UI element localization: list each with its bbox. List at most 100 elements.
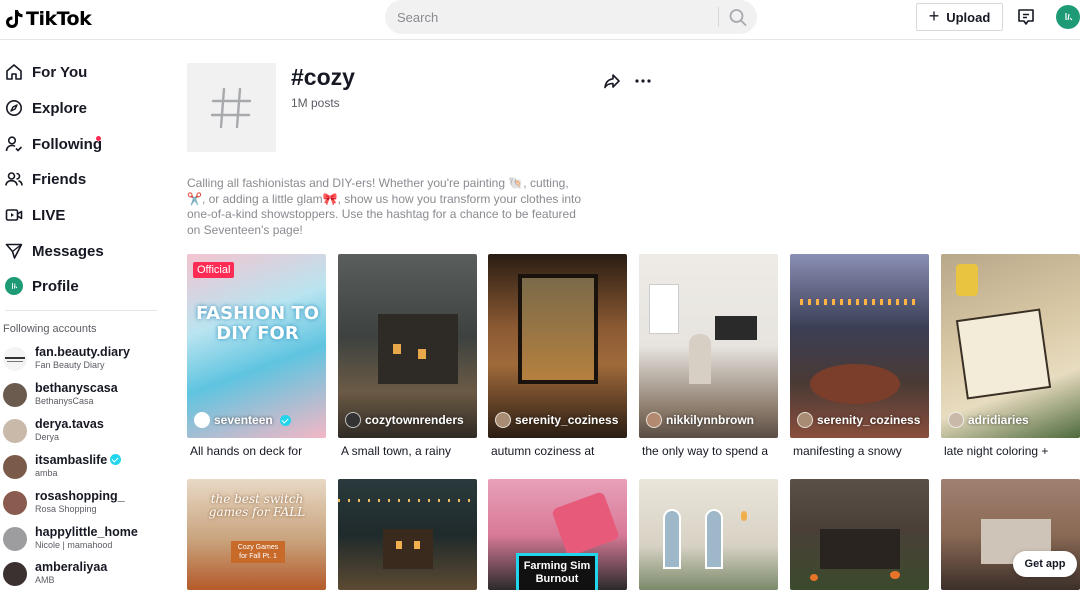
thumbnail-hottub <box>810 364 900 404</box>
account-item[interactable]: amberaliyaa AMB <box>3 560 163 588</box>
video-author: serenity_coziness <box>495 412 618 428</box>
account-display-name: Fan Beauty Diary <box>35 360 105 370</box>
hashtag-title: #cozy <box>291 64 355 90</box>
video-caption[interactable]: autumn coziness at <box>491 444 627 458</box>
author-name: serenity_coziness <box>817 413 921 427</box>
thumbnail-cabin <box>383 529 433 569</box>
thumbnail-window <box>393 344 401 354</box>
account-item[interactable]: itsambaslife amba <box>3 453 163 481</box>
notification-dot <box>96 136 101 141</box>
avatar-glyph-icon <box>1065 13 1073 21</box>
verified-badge-icon <box>279 414 291 426</box>
user-avatar[interactable] <box>1056 5 1080 29</box>
account-display-name: Rosa Shopping <box>35 504 97 514</box>
account-username: amberaliyaa <box>35 560 108 574</box>
video-thumbnail[interactable]: the best switch games for FALL Cozy Game… <box>187 479 326 590</box>
nav-live[interactable]: LIVE <box>5 203 65 227</box>
account-username-wrap: itsambaslife <box>35 453 122 467</box>
nav-for-you[interactable]: For You <box>5 60 87 84</box>
inbox-icon[interactable] <box>1017 8 1035 26</box>
thumbnail-pumpkin <box>890 571 900 579</box>
video-thumbnail[interactable] <box>639 479 778 590</box>
author-avatar <box>495 412 511 428</box>
account-username: happylittle_home <box>35 525 138 539</box>
video-thumbnail[interactable]: Farming Sim Burnout <box>488 479 627 590</box>
tiktok-logo-text: TikTok <box>26 8 92 30</box>
profile-avatar-icon <box>5 277 23 295</box>
video-thumbnail[interactable]: serenity_coziness <box>790 254 929 438</box>
account-username: rosashopping_ <box>35 489 125 503</box>
account-item[interactable]: derya.tavas Derya <box>3 417 163 445</box>
search-input[interactable] <box>397 8 712 26</box>
avatar <box>3 383 27 407</box>
account-item[interactable]: happylittle_home Nicole | mamahood <box>3 525 163 553</box>
video-caption[interactable]: All hands on deck for <box>190 444 326 458</box>
thumbnail-pumpkin <box>810 574 818 581</box>
thumbnail-device <box>551 491 620 557</box>
video-thumbnail[interactable]: nikkilynnbrown <box>639 254 778 438</box>
tiktok-logo[interactable]: TikTok <box>4 6 92 32</box>
sidebar-divider <box>5 310 157 311</box>
overlay-title: FASHION TO DIY FOR <box>195 303 320 344</box>
video-thumbnail[interactable]: adridiaries <box>941 254 1080 438</box>
messages-icon <box>5 243 23 259</box>
nav-friends[interactable]: Friends <box>5 167 86 191</box>
left-sidebar: For You Explore Following Friends LIVE M… <box>0 40 160 590</box>
video-thumbnail[interactable] <box>790 479 929 590</box>
hashtag-icon <box>210 87 252 129</box>
thumbnail-window <box>414 541 420 549</box>
author-name: nikkilynnbrown <box>666 413 755 427</box>
avatar <box>3 347 27 371</box>
video-thumbnail[interactable]: cozytownrenders <box>338 254 477 438</box>
video-caption[interactable]: late night coloring + <box>944 444 1080 458</box>
thumbnail-window <box>396 541 402 549</box>
account-username: bethanyscasa <box>35 381 118 395</box>
following-accounts-title: Following accounts <box>3 323 97 335</box>
nav-profile[interactable]: Profile <box>5 274 79 298</box>
video-caption[interactable]: the only way to spend a <box>642 444 778 458</box>
video-author: seventeen <box>194 412 291 428</box>
avatar <box>3 419 27 443</box>
thumbnail-window <box>663 509 681 569</box>
account-display-name: Derya <box>35 432 60 442</box>
thumbnail-can <box>956 264 978 296</box>
search-bar[interactable] <box>385 0 757 34</box>
author-avatar <box>646 412 662 428</box>
nav-messages[interactable]: Messages <box>5 239 104 263</box>
video-caption[interactable]: manifesting a snowy <box>793 444 929 458</box>
video-thumbnail[interactable] <box>338 479 477 590</box>
author-avatar <box>345 412 361 428</box>
video-author: nikkilynnbrown <box>646 412 754 428</box>
thumbnail-overlay-text: Farming Sim Burnout <box>516 553 598 590</box>
author-avatar <box>797 412 813 428</box>
thumbnail-sconce <box>741 511 747 521</box>
official-badge: Official <box>193 262 235 278</box>
home-icon <box>6 64 22 80</box>
thumbnail-person <box>689 334 711 384</box>
account-item[interactable]: rosashopping_ Rosa Shopping <box>3 489 163 517</box>
video-thumbnail[interactable]: serenity_coziness <box>488 254 627 438</box>
more-options-icon[interactable] <box>634 72 652 90</box>
hashtag-description: Calling all fashionistas and DIY-ers! Wh… <box>187 176 582 238</box>
upload-button[interactable]: + Upload <box>916 3 1003 31</box>
nav-following[interactable]: Following <box>5 132 102 156</box>
video-author: cozytownrenders <box>345 412 464 428</box>
verified-badge-icon <box>110 454 122 465</box>
account-item[interactable]: fan.beauty.diary Fan Beauty Diary <box>3 345 163 373</box>
account-item[interactable]: bethanyscasa BethanysCasa <box>3 381 163 409</box>
search-icon[interactable] <box>727 7 749 27</box>
nav-label: For You <box>32 63 88 81</box>
account-username: fan.beauty.diary <box>35 345 130 359</box>
video-caption[interactable]: A small town, a rainy <box>341 444 477 458</box>
nav-label: Explore <box>32 99 88 117</box>
account-display-name: BethanysCasa <box>35 396 94 406</box>
share-icon[interactable] <box>603 72 621 90</box>
thumbnail-house <box>820 529 900 569</box>
account-username: itsambaslife <box>35 453 108 467</box>
nav-explore[interactable]: Explore <box>5 96 87 120</box>
author-name: serenity_coziness <box>515 413 619 427</box>
get-app-button[interactable]: Get app <box>1013 551 1077 577</box>
video-thumbnail[interactable]: FASHION TO DIY FOR Official seventeen <box>187 254 326 438</box>
plus-icon: + <box>928 6 940 26</box>
thumbnail-window <box>705 509 723 569</box>
